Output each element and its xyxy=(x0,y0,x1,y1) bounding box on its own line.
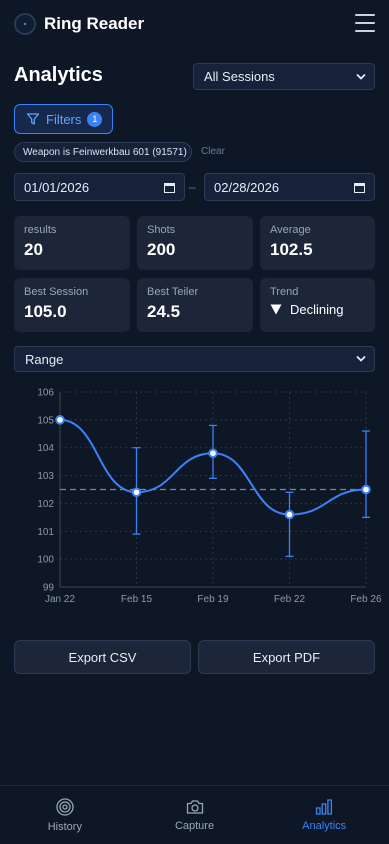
stat-value: 20 xyxy=(24,240,43,259)
y-tick-label: 103 xyxy=(37,471,54,482)
x-tick-label: Feb 22 xyxy=(274,594,306,605)
y-tick-label: 99 xyxy=(43,583,55,594)
data-point xyxy=(131,487,142,498)
stat-card-best-teiler: Best Teiler 24.5 xyxy=(137,278,253,332)
hamburger-menu-icon[interactable] xyxy=(355,14,375,32)
stat-label: Best Teiler xyxy=(147,286,199,298)
chevron-down-icon xyxy=(356,355,366,362)
camera-icon xyxy=(186,799,203,814)
x-tick-label: Jan 22 xyxy=(45,594,75,605)
chevron-down-icon xyxy=(356,73,366,80)
filters-button[interactable]: Filters 1 xyxy=(14,104,113,134)
target-icon xyxy=(56,797,74,816)
range-select-value: Range xyxy=(25,351,64,367)
y-tick-label: 102 xyxy=(37,499,54,510)
y-tick-label: 101 xyxy=(37,527,54,538)
export-pdf-button[interactable]: Export PDF xyxy=(198,640,375,674)
page-title: Analytics xyxy=(14,64,103,86)
nav-label: History xyxy=(47,820,82,833)
triangle-down-icon xyxy=(270,304,282,315)
data-point xyxy=(55,415,65,425)
y-tick-label: 100 xyxy=(37,555,54,566)
session-select[interactable]: All Sessions xyxy=(193,63,375,90)
date-to-input[interactable]: 02/28/2026 xyxy=(204,173,375,201)
stat-label: Best Session xyxy=(24,286,89,298)
nav-item-analytics[interactable]: Analytics xyxy=(259,786,389,844)
x-tick-label: Feb 15 xyxy=(121,594,153,605)
bar-chart-icon xyxy=(316,798,333,815)
date-from-input[interactable]: 01/01/2026 xyxy=(14,173,185,201)
session-range-chart: 99 100 101 102 103 104 105 106 Jan 22 Feb 15 Feb 1… xyxy=(37,388,382,606)
funnel-icon xyxy=(26,113,40,125)
nav-label: Capture xyxy=(174,819,215,832)
stat-label: Shots xyxy=(147,224,176,236)
trend-value: Declining xyxy=(290,302,344,317)
stat-label: Trend xyxy=(270,286,299,298)
stat-card-average: Average 102.5 xyxy=(260,216,375,270)
filters-count-badge: 1 xyxy=(87,111,103,127)
date-to-value: 02/28/2026 xyxy=(214,179,280,195)
nav-item-history[interactable]: History xyxy=(0,786,130,844)
export-csv-button[interactable]: Export CSV xyxy=(14,640,191,674)
stat-card-results: results 20 xyxy=(14,216,130,270)
nav-label: Analytics xyxy=(302,819,347,832)
range-select[interactable]: Range xyxy=(14,346,375,372)
stat-card-trend: Trend Declining xyxy=(260,278,375,332)
y-tick-label: 106 xyxy=(37,388,54,399)
stat-label: results xyxy=(24,224,57,236)
data-point xyxy=(284,509,295,520)
nav-item-capture[interactable]: Capture xyxy=(130,786,260,844)
session-select-value: All Sessions xyxy=(204,69,275,84)
x-tick-label: Feb 19 xyxy=(197,594,229,605)
calendar-icon[interactable] xyxy=(164,182,175,193)
stat-label: Average xyxy=(270,224,311,236)
y-tick-label: 104 xyxy=(37,443,54,454)
data-point xyxy=(361,484,371,495)
filters-label: Filters xyxy=(46,111,82,127)
stat-card-best-session: Best Session 105.0 xyxy=(14,278,130,332)
calendar-icon[interactable] xyxy=(354,182,365,193)
date-from-value: 01/01/2026 xyxy=(24,179,90,195)
ring-logo-icon xyxy=(14,13,36,35)
x-tick-label: Feb 26 xyxy=(350,594,382,605)
stat-value: 24.5 xyxy=(147,302,181,321)
data-point xyxy=(208,448,218,459)
stat-card-shots: Shots 200 xyxy=(137,216,253,270)
app-header: Ring Reader xyxy=(0,0,389,48)
stat-value: 102.5 xyxy=(270,240,313,259)
date-separator: – xyxy=(189,180,196,194)
y-tick-label: 105 xyxy=(37,415,54,426)
active-filter-chip[interactable]: Weapon is Feinwerkbau 601 (91571) xyxy=(14,142,192,162)
app-title: Ring Reader xyxy=(44,14,145,33)
stat-value: 200 xyxy=(147,240,176,259)
bottom-nav: History Capture Analytics xyxy=(0,785,389,844)
stat-value: 105.0 xyxy=(24,302,67,321)
clear-filters-link[interactable]: Clear xyxy=(201,146,225,157)
